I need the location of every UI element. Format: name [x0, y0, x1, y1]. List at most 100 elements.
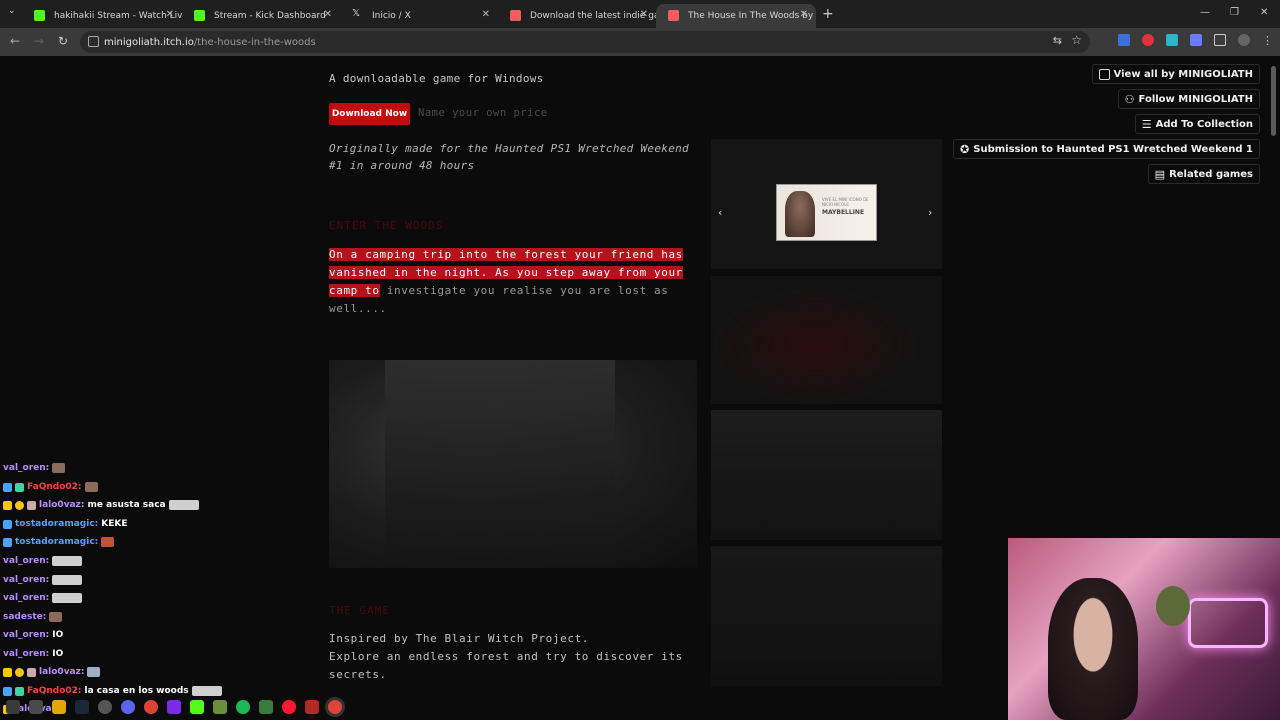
- badge-icon: [3, 519, 12, 529]
- tab-search-icon[interactable]: ⌄: [8, 6, 16, 16]
- itch-favicon-icon: [510, 10, 521, 21]
- download-now-button[interactable]: Download Now: [329, 103, 410, 125]
- extension-icon[interactable]: [1118, 34, 1130, 46]
- puzzle-extensions-icon[interactable]: [1214, 34, 1226, 46]
- new-tab-icon[interactable]: +: [822, 6, 834, 22]
- view-all-button[interactable]: View all by MINIGOLIATH: [1091, 64, 1260, 84]
- app-icon[interactable]: [259, 700, 273, 714]
- close-tab-icon[interactable]: ✕: [800, 9, 808, 20]
- reload-icon[interactable]: ↻: [58, 34, 68, 48]
- submission-label: Submission to Haunted PS1 Wretched Weeke…: [973, 143, 1253, 155]
- tab-title: Download the latest indie game: [530, 11, 656, 21]
- chat-username: FaQndo02:: [27, 482, 82, 492]
- emote-icon: [52, 556, 83, 566]
- chat-message: lalo0vaz:: [3, 664, 101, 680]
- related-label: Related games: [1169, 168, 1253, 180]
- close-tab-icon[interactable]: ✕: [166, 9, 174, 20]
- game-subtitle: A downloadable game for Windows: [329, 72, 544, 85]
- emote-icon: [101, 537, 115, 547]
- close-tab-icon[interactable]: ✕: [482, 9, 490, 20]
- carousel-ad-thumbnail[interactable]: VIVE EL MINI ICONO DE NICKI NICOLE MAYBE…: [776, 184, 877, 241]
- chrome-icon[interactable]: [144, 700, 158, 714]
- app-icon[interactable]: [305, 700, 319, 714]
- extension-icon[interactable]: [1142, 34, 1154, 46]
- view-all-label: View all by MINIGOLIATH: [1113, 68, 1253, 80]
- chrome-active-icon[interactable]: [328, 700, 342, 714]
- forward-icon[interactable]: →: [34, 34, 44, 48]
- tab-kick-stream[interactable]: hakihakii Stream - Watch Live o ✕: [22, 4, 182, 28]
- add-collection-label: Add To Collection: [1155, 118, 1253, 130]
- emote-icon: [52, 593, 83, 603]
- chat-message: val_oren: IO: [3, 646, 63, 662]
- close-tab-icon[interactable]: ✕: [324, 9, 332, 20]
- add-to-collection-button[interactable]: ☰ Add To Collection: [1134, 114, 1260, 134]
- extension-icon[interactable]: [1190, 34, 1202, 46]
- tab-title: Inicio / X: [372, 11, 411, 21]
- screenshot-thumbnail[interactable]: [711, 276, 942, 404]
- map-icon: ▤: [1154, 167, 1166, 181]
- x-logo-icon: 𝕏: [352, 8, 361, 19]
- forest-screenshot-large[interactable]: [329, 360, 697, 568]
- chat-message: tostadoramagic:: [3, 534, 115, 550]
- badge-icon: [3, 500, 12, 510]
- chat-username: val_oren:: [3, 556, 50, 566]
- opera-icon[interactable]: [282, 700, 296, 714]
- tab-kick-dashboard[interactable]: Stream - Kick Dashboard ✕: [182, 4, 340, 28]
- carousel-next-icon[interactable]: ›: [928, 206, 932, 219]
- menu-kebab-icon[interactable]: ⋮: [1262, 34, 1273, 47]
- bookmark-star-icon[interactable]: ☆: [1071, 33, 1082, 47]
- steam-icon[interactable]: [75, 700, 89, 714]
- chat-message: val_oren:: [3, 553, 83, 569]
- story-unselected-text: investigate you realise you are lost as …: [329, 284, 669, 315]
- badge-icon: [15, 500, 24, 510]
- tab-title: The House In The Woods by M: [688, 11, 816, 21]
- related-games-button[interactable]: ▤ Related games: [1147, 164, 1260, 184]
- spotify-icon[interactable]: [236, 700, 250, 714]
- screenshot-tree-area: [385, 360, 615, 568]
- search-icon[interactable]: [6, 700, 20, 714]
- emote-icon: [52, 463, 66, 473]
- chat-message: lalo0vaz: me asusta saca: [3, 497, 199, 513]
- close-tab-icon[interactable]: ✕: [640, 9, 648, 20]
- task-view-icon[interactable]: [29, 700, 43, 714]
- tab-x-home[interactable]: 𝕏 Inicio / X ✕: [340, 4, 498, 28]
- address-bar[interactable]: minigoliath.itch.io/the-house-in-the-woo…: [80, 31, 1090, 53]
- profile-avatar-icon[interactable]: [1238, 34, 1250, 46]
- screenshot-thumbnail[interactable]: [711, 546, 942, 686]
- badge-icon: [15, 667, 24, 677]
- tab-itch-download[interactable]: Download the latest indie game ✕: [498, 4, 656, 28]
- obs-icon[interactable]: [98, 700, 112, 714]
- section-heading-enter-woods: ENTER THE WOODS: [329, 219, 444, 232]
- follow-button[interactable]: ⚇ Follow MINIGOLIATH: [1117, 89, 1260, 109]
- chat-message: val_oren: IO: [3, 627, 63, 643]
- minimize-icon[interactable]: —: [1200, 7, 1210, 18]
- ribbon-award-icon: ✪: [960, 142, 970, 156]
- browser-tab-strip: ⌄ hakihakii Stream - Watch Live o ✕ Stre…: [0, 0, 1280, 28]
- chat-message: FaQndo02:: [3, 479, 98, 495]
- carousel-prev-icon[interactable]: ‹: [718, 206, 722, 219]
- back-icon[interactable]: ←: [10, 34, 20, 48]
- ad-tagline: VIVE EL MINI ICONO DE NICKI NICOLE: [822, 197, 869, 207]
- address-toolbar: ← → ↻ minigoliath.itch.io/the-house-in-t…: [0, 28, 1280, 56]
- tab-title: Stream - Kick Dashboard: [214, 11, 326, 21]
- tab-house-in-the-woods[interactable]: The House In The Woods by M ✕: [656, 4, 816, 28]
- kick-icon[interactable]: [190, 700, 204, 714]
- extension-icon[interactable]: [1166, 34, 1178, 46]
- screenshot-thumbnail[interactable]: [711, 410, 942, 540]
- close-window-icon[interactable]: ✕: [1260, 7, 1268, 18]
- extensions-area: ⋮: [1118, 34, 1273, 47]
- chat-message: val_oren:: [3, 460, 66, 476]
- page-scrollbar[interactable]: [1271, 66, 1276, 136]
- site-info-icon[interactable]: [88, 36, 99, 47]
- canva-icon[interactable]: [167, 700, 181, 714]
- chat-username: val_oren:: [3, 463, 50, 473]
- jam-submission-button[interactable]: ✪ Submission to Haunted PS1 Wretched Week…: [953, 139, 1260, 159]
- restore-icon[interactable]: ❐: [1230, 7, 1239, 18]
- kick-favicon-icon: [34, 10, 45, 21]
- translate-icon[interactable]: ⇆: [1053, 34, 1062, 47]
- file-explorer-icon[interactable]: [52, 700, 66, 714]
- discord-icon[interactable]: [121, 700, 135, 714]
- badge-icon: [3, 482, 12, 492]
- chat-username: lalo0vaz:: [39, 667, 85, 677]
- minecraft-icon[interactable]: [213, 700, 227, 714]
